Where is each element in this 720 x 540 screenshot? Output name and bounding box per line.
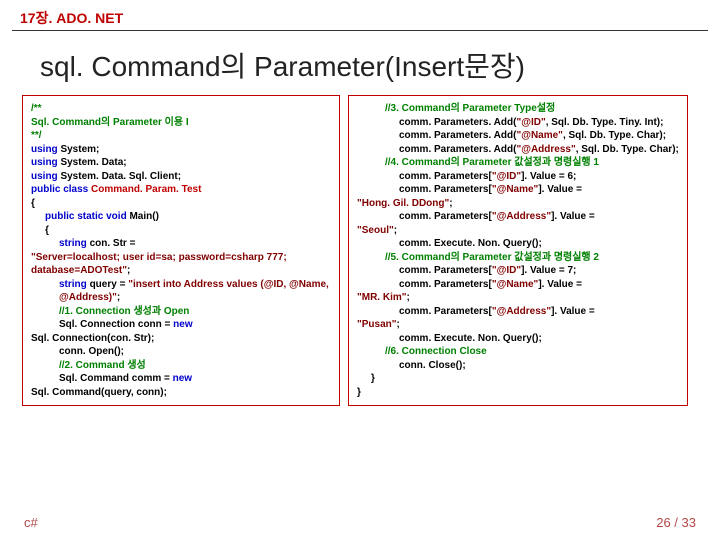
code: System. Data. Sql. Client;	[60, 171, 181, 182]
code: Sql. Connection(con. Str);	[31, 333, 154, 344]
code: , Sql. Db. Type. Tiny. Int);	[546, 117, 664, 128]
code: ;	[449, 198, 452, 209]
code: comm. Parameters[	[399, 211, 492, 222]
string: "@Address"	[492, 211, 551, 222]
slide-title: sql. Command의 Parameter(Insert문장)	[0, 39, 720, 95]
code: ]. Value =	[551, 211, 595, 222]
footer-right: 26 / 33	[656, 515, 696, 530]
keyword: public class	[31, 184, 91, 195]
chapter-underline	[12, 30, 708, 31]
string: "@ID"	[516, 117, 545, 128]
code: ]. Value =	[538, 279, 582, 290]
code: conn. Open();	[31, 345, 331, 359]
code: ;	[406, 292, 409, 303]
content-row: /** Sql. Command의 Parameter 이용 I **/ usi…	[0, 95, 720, 406]
string: "Seoul"	[357, 225, 394, 236]
code: ]. Value =	[551, 306, 595, 317]
string: "MR. Kim"	[357, 292, 406, 303]
code: comm. Parameters[	[399, 306, 492, 317]
code: Sql. Command comm =	[59, 373, 173, 384]
code: Main()	[129, 211, 158, 222]
code: con. Str =	[90, 238, 136, 249]
string: "@Name"	[492, 279, 538, 290]
comment: //1. Connection 생성과 Open	[31, 305, 331, 319]
code: }	[357, 372, 679, 386]
code: conn. Close();	[357, 359, 679, 373]
comment: **/	[31, 130, 42, 141]
code: comm. Execute. Non. Query();	[357, 332, 679, 346]
code-right-box: //3. Command의 Parameter Type설정 comm. Par…	[348, 95, 688, 406]
string: "Pusan"	[357, 319, 397, 330]
comment: /**	[31, 103, 42, 114]
code: comm. Parameters. Add(	[399, 117, 516, 128]
code: , Sql. Db. Type. Char);	[576, 144, 679, 155]
code: comm. Parameters. Add(	[399, 130, 516, 141]
string: "@ID"	[492, 265, 521, 276]
code: Sql. Connection conn =	[59, 319, 173, 330]
code: {	[31, 224, 331, 238]
comment: Sql. Command의 Parameter 이용 I	[31, 117, 189, 128]
chapter-header: 17장. ADO. NET	[0, 0, 720, 30]
keyword: string	[59, 238, 90, 249]
comment: //2. Command 생성	[31, 359, 331, 373]
code: comm. Parameters. Add(	[399, 144, 516, 155]
code: comm. Parameters[	[399, 171, 492, 182]
code: comm. Parameters[	[399, 184, 492, 195]
string: "Server=localhost; user id=sa; password=…	[31, 252, 287, 277]
code: ]. Value = 6;	[521, 171, 576, 182]
keyword: using	[31, 144, 60, 155]
string: "@ID"	[492, 171, 521, 182]
code: , Sql. Db. Type. Char);	[563, 130, 666, 141]
code: Sql. Command(query, conn);	[31, 387, 167, 398]
code: System;	[60, 144, 99, 155]
keyword: new	[173, 373, 192, 384]
keyword: using	[31, 157, 60, 168]
code: comm. Parameters[	[399, 279, 492, 290]
footer-left: c#	[24, 515, 38, 530]
code: ;	[394, 225, 397, 236]
code: ]. Value = 7;	[521, 265, 576, 276]
footer: c# 26 / 33	[0, 515, 720, 530]
string: "Hong. Gil. DDong"	[357, 198, 449, 209]
comment: //4. Command의 Parameter 값설정과 명령실행 1	[357, 156, 679, 170]
string: "@Name"	[516, 130, 562, 141]
comment: //6. Connection Close	[357, 345, 679, 359]
code: }	[357, 387, 361, 398]
code: {	[31, 198, 35, 209]
keyword: new	[173, 319, 192, 330]
code: comm. Execute. Non. Query();	[357, 237, 679, 251]
comment: //5. Command의 Parameter 값설정과 명령실행 2	[357, 251, 679, 265]
keyword: string	[59, 279, 90, 290]
code: ]. Value =	[538, 184, 582, 195]
string: "@Address"	[492, 306, 551, 317]
comment: //3. Command의 Parameter Type설정	[357, 102, 679, 116]
code-left-box: /** Sql. Command의 Parameter 이용 I **/ usi…	[22, 95, 340, 406]
string: "@Address"	[516, 144, 575, 155]
code: query =	[90, 279, 129, 290]
classname: Command. Param. Test	[91, 184, 201, 195]
code: comm. Parameters[	[399, 265, 492, 276]
string: "@Name"	[492, 184, 538, 195]
code: ;	[127, 265, 130, 276]
code: ;	[397, 319, 400, 330]
code: System. Data;	[60, 157, 126, 168]
keyword: public static void	[45, 211, 129, 222]
keyword: using	[31, 171, 60, 182]
code: ;	[117, 292, 120, 303]
